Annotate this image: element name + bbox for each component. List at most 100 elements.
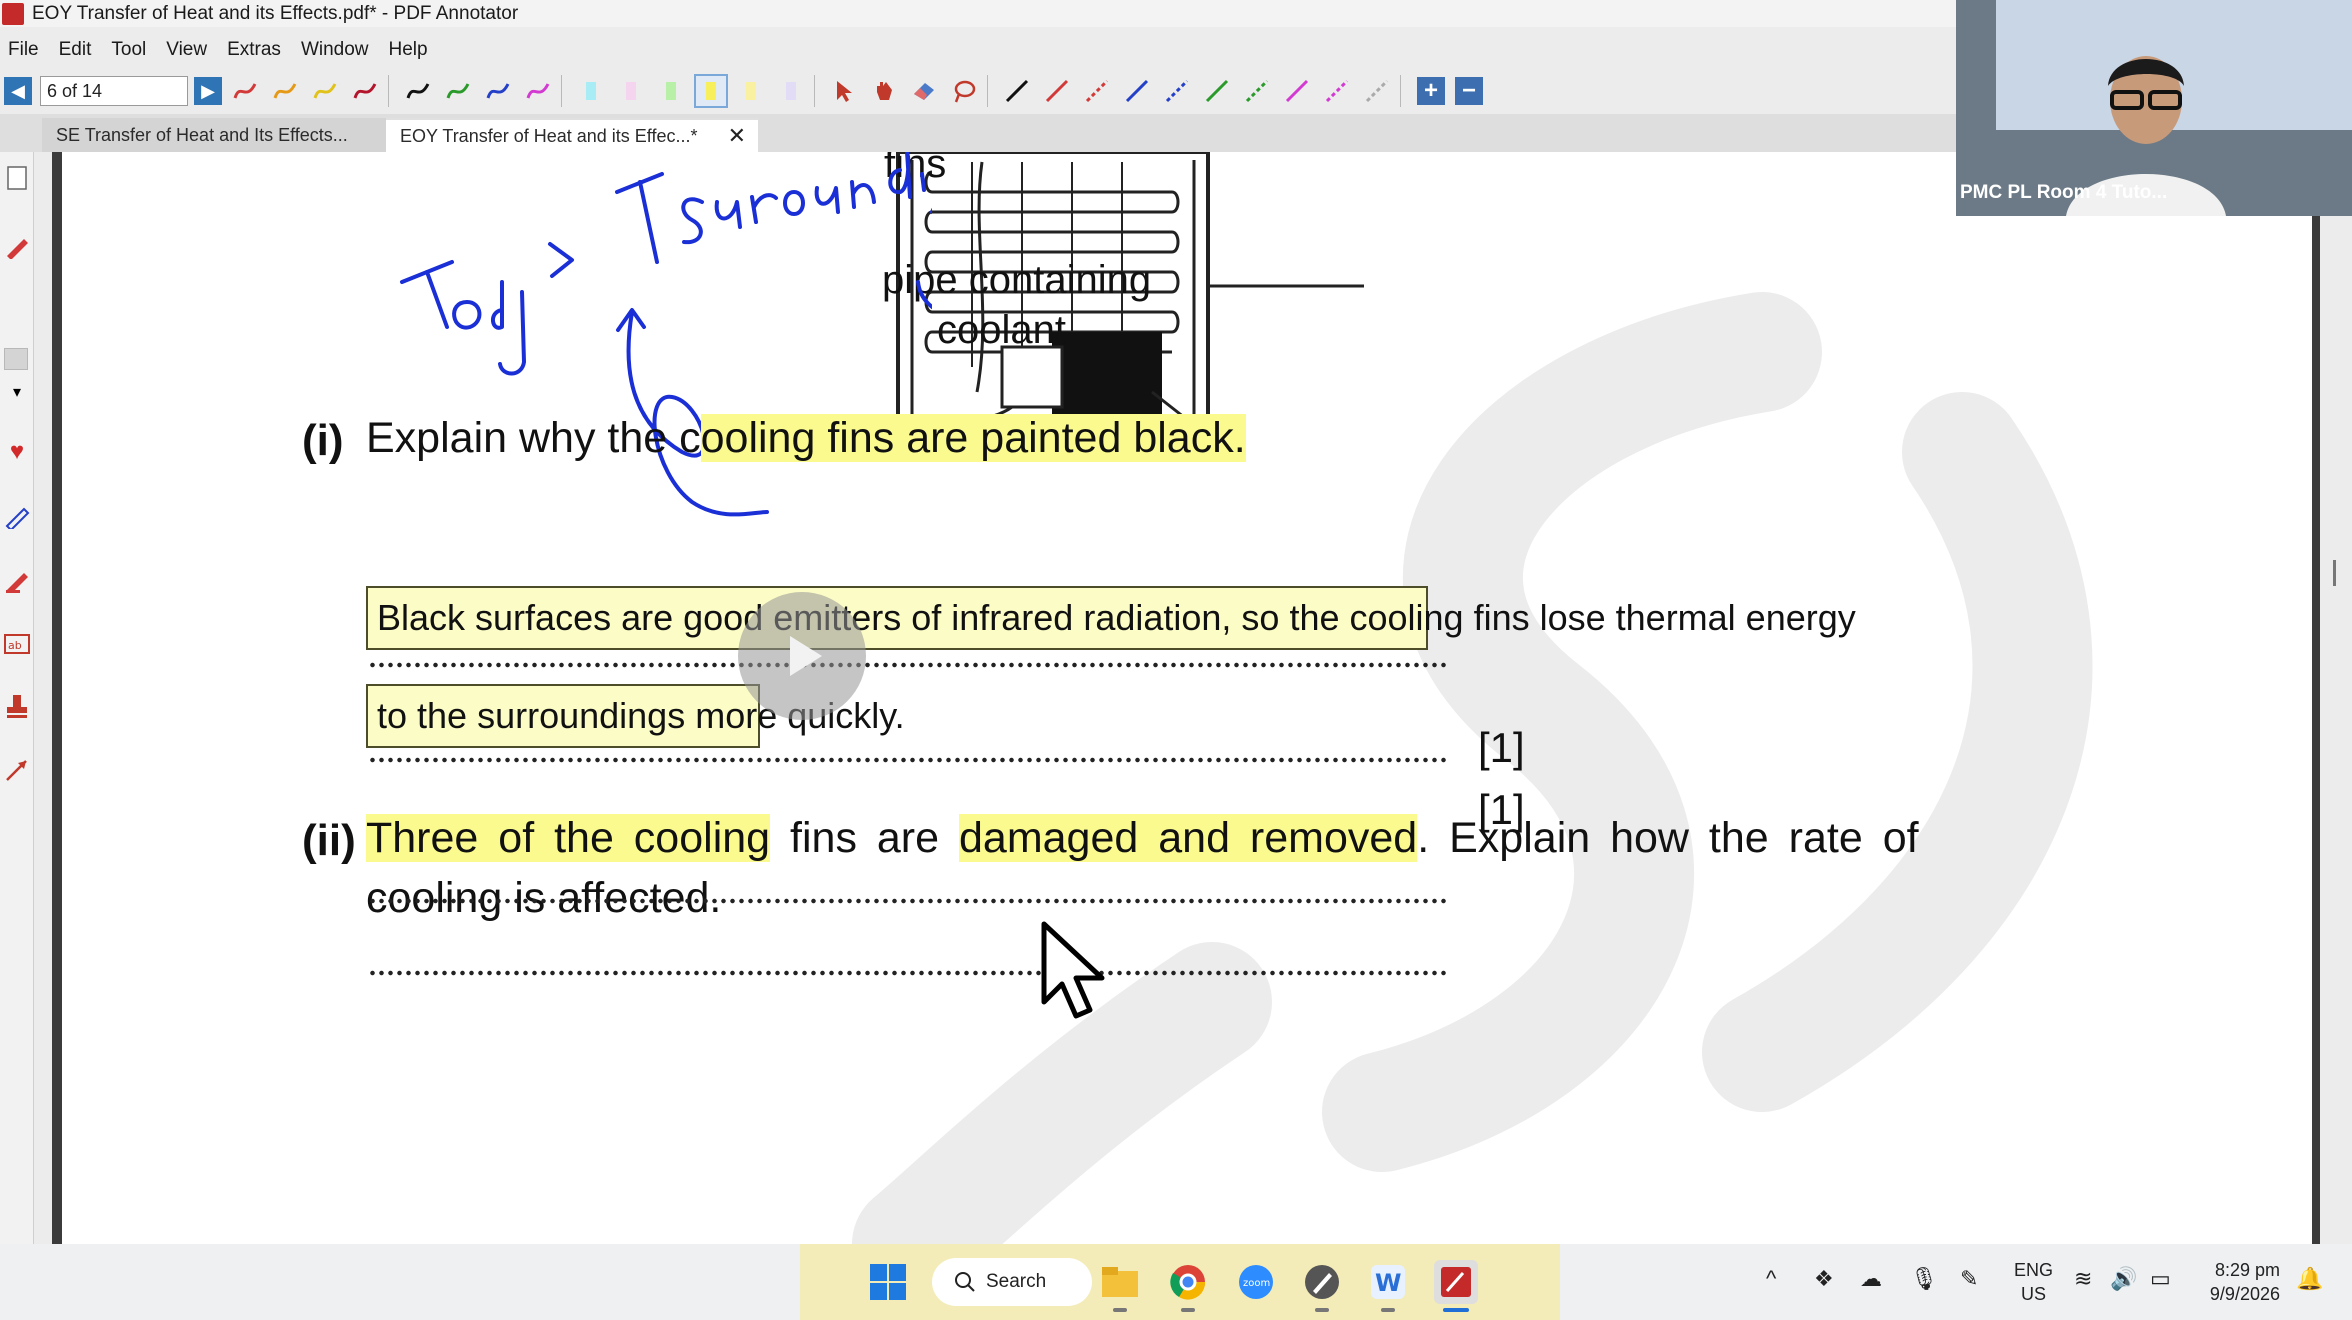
green-highlighter-icon[interactable] (654, 74, 688, 108)
crimson-pen-icon[interactable] (348, 74, 382, 108)
windows-start-icon[interactable] (866, 1260, 910, 1304)
pdf-page[interactable]: fins pipe containing coolant (i) Explain… (62, 152, 2312, 1244)
menu-view[interactable]: View (166, 39, 207, 61)
sidebar-dropdown-icon[interactable]: ▾ (3, 378, 31, 406)
question-ii-label: (ii) (302, 816, 356, 865)
menu-extras[interactable]: Extras (227, 39, 281, 61)
hand-pan-icon[interactable] (867, 74, 901, 108)
tab-eoy-transfer-of-heat[interactable]: EOY Transfer of Heat and its Effec...* ✕ (386, 118, 758, 152)
taskbar-search[interactable]: Search (932, 1258, 1092, 1306)
webcam-overlay[interactable]: PMC PL Room 4 Tuto... (1956, 0, 2352, 216)
eraser-icon[interactable] (907, 74, 941, 108)
taskbar-running-indicator (1181, 1308, 1195, 1312)
app-window: EOY Transfer of Heat and its Effects.pdf… (0, 0, 2352, 1320)
toolbar-separator (1400, 75, 1401, 107)
select-arrow-icon[interactable] (827, 74, 861, 108)
search-icon (955, 1272, 975, 1292)
tab-se-transfer-of-heat[interactable]: SE Transfer of Heat and Its Effects... (42, 118, 392, 152)
answer-text-box-line2[interactable]: to the surroundings more quickly. (366, 684, 905, 748)
region-label: US (2021, 1284, 2047, 1304)
black-line-icon[interactable] (1000, 74, 1034, 108)
orange-pen-icon[interactable] (268, 74, 302, 108)
dropbox-icon[interactable]: ❖ (1814, 1266, 1834, 1292)
blue-pencil-icon[interactable] (3, 502, 31, 530)
show-hidden-icons-chevron-icon[interactable]: ^ (1766, 1266, 1776, 1292)
microphone-icon[interactable]: 🎙 (1910, 1266, 1938, 1292)
whiteboard-app-icon[interactable]: W (1366, 1260, 1410, 1304)
video-play-button[interactable] (738, 592, 866, 720)
left-tool-sidebar: ▾ ♥ ab (0, 152, 34, 1244)
blue-dashed-line-icon[interactable] (1160, 74, 1194, 108)
red-line-icon[interactable] (1040, 74, 1074, 108)
menu-tool[interactable]: Tool (111, 39, 146, 61)
search-label: Search (986, 1271, 1047, 1292)
battery-icon[interactable]: ▭ (2150, 1266, 2171, 1292)
red-dashed-line-icon[interactable] (1080, 74, 1114, 108)
sidebar-scroll-up[interactable] (4, 348, 28, 370)
page-number-input[interactable]: 6 of 14 (40, 76, 188, 106)
scrollbar-thumb[interactable] (2333, 560, 2336, 586)
input-language-indicator[interactable]: ENG US (2014, 1258, 2053, 1306)
red-pencil-icon[interactable] (3, 232, 31, 260)
previous-page-button[interactable]: ◀ (4, 77, 32, 105)
language-label: ENG (2014, 1260, 2054, 1280)
system-clock[interactable]: 8:29 pm 9/9/2026 (2204, 1258, 2280, 1306)
green-pen-icon[interactable] (441, 74, 475, 108)
menu-edit[interactable]: Edit (59, 39, 92, 61)
answer-text-box-line1[interactable]: Black surfaces are good emitters of infr… (366, 586, 1856, 650)
green-dashed-line-icon[interactable] (1240, 74, 1274, 108)
close-tab-icon[interactable]: ✕ (728, 123, 746, 149)
cyan-highlighter-icon[interactable] (574, 74, 608, 108)
blank-page-icon[interactable] (3, 164, 31, 192)
question-ii-text: Three of the cooling fins are damaged an… (366, 814, 1919, 863)
magenta-pen-icon[interactable] (521, 74, 555, 108)
lasso-icon[interactable] (947, 74, 981, 108)
taskbar-running-indicator (1315, 1308, 1329, 1312)
blue-line-icon[interactable] (1120, 74, 1154, 108)
vertical-scrollbar[interactable] (2326, 152, 2352, 1244)
question-ii-marks: [1] (1478, 786, 1525, 833)
svg-text:ab: ab (8, 639, 22, 652)
text-box-icon[interactable]: ab (3, 630, 31, 658)
answer-dotted-line (368, 660, 1448, 670)
magenta-dashed-line-icon[interactable] (1320, 74, 1354, 108)
volume-icon[interactable]: 🔊 (2110, 1266, 2137, 1292)
marker-icon[interactable] (3, 566, 31, 594)
red-pen-icon[interactable] (228, 74, 262, 108)
question-ii-highlight-2: damaged and removed (958, 814, 1418, 862)
gray-dashed-line-icon[interactable] (1360, 74, 1394, 108)
menu-help[interactable]: Help (389, 39, 428, 61)
webcam-participant-name: PMC PL Room 4 Tuto... (1960, 182, 2168, 203)
chrome-icon[interactable] (1166, 1260, 1210, 1304)
tab-label: SE Transfer of Heat and Its Effects... (56, 124, 348, 145)
zoom-in-button[interactable]: + (1417, 77, 1445, 105)
lavender-highlighter-icon[interactable] (774, 74, 808, 108)
zoom-out-button[interactable]: − (1455, 77, 1483, 105)
next-page-button[interactable]: ▶ (194, 77, 222, 105)
black-pen-icon[interactable] (401, 74, 435, 108)
menu-bar: File Edit Tool View Extras Window Help (0, 33, 440, 67)
menu-file[interactable]: File (8, 39, 39, 61)
notification-bell-icon[interactable]: 🔔 (2296, 1266, 2323, 1292)
pink-highlighter-icon[interactable] (614, 74, 648, 108)
pen-tray-icon[interactable]: ✎ (1960, 1266, 1978, 1292)
cloud-sync-icon[interactable]: ☁ (1860, 1266, 1882, 1292)
blue-pen-icon[interactable] (481, 74, 515, 108)
magenta-line-icon[interactable] (1280, 74, 1314, 108)
menu-window[interactable]: Window (301, 39, 369, 61)
answer-dotted-line (368, 968, 1448, 978)
light-yellow-highlighter-icon[interactable] (734, 74, 768, 108)
wifi-icon[interactable]: ≋ (2074, 1266, 2092, 1292)
file-explorer-icon[interactable] (1098, 1260, 1142, 1304)
yellow-highlighter-icon[interactable] (694, 74, 728, 108)
tab-label: EOY Transfer of Heat and its Effec...* (400, 125, 698, 146)
pen-app-icon[interactable] (1300, 1260, 1344, 1304)
pdf-annotator-taskbar-icon[interactable] (1434, 1260, 1478, 1304)
stamp-icon[interactable] (3, 692, 31, 720)
yellow-pen-icon[interactable] (308, 74, 342, 108)
favorite-heart-icon[interactable]: ♥ (3, 438, 31, 466)
arrow-tool-icon[interactable] (3, 756, 31, 784)
windows-taskbar: Search zoom W ^ ❖ ☁ 🎙 ✎ ENG US ≋ 🔊 ▭ 8:2… (0, 1244, 2352, 1320)
green-line-icon[interactable] (1200, 74, 1234, 108)
zoom-app-icon[interactable]: zoom (1234, 1260, 1278, 1304)
